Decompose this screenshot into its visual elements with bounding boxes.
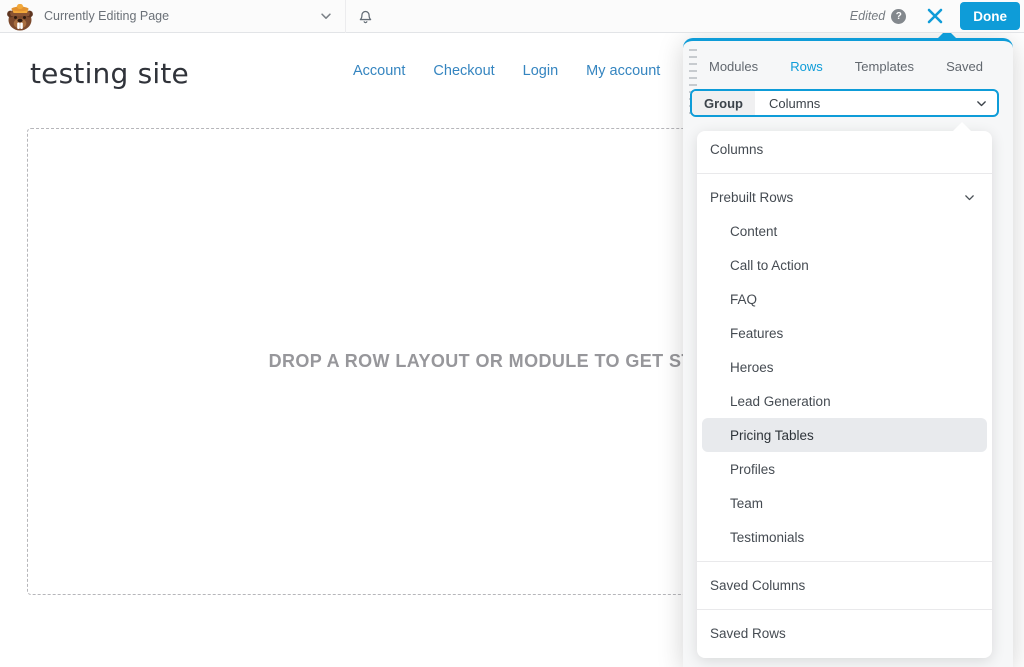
group-filter-select[interactable]: Group Columns bbox=[690, 89, 999, 117]
nav-link[interactable]: Login bbox=[523, 63, 558, 79]
dropdown-item[interactable]: Prebuilt Rows bbox=[697, 173, 992, 214]
dropdown-item[interactable]: Saved Columns bbox=[697, 561, 992, 602]
site-navigation: Account Checkout Login My account Ne bbox=[353, 63, 707, 79]
group-dropdown-list: Columns Prebuilt Rows Content Call to Ac… bbox=[697, 131, 992, 658]
panel-tab-bar: Modules Rows Templates Saved bbox=[709, 53, 983, 79]
chevron-down-icon[interactable] bbox=[319, 9, 333, 23]
dropdown-item-label: Call to Action bbox=[730, 258, 809, 273]
dropdown-item-label: Lead Generation bbox=[730, 394, 831, 409]
dropdown-item[interactable]: Features bbox=[697, 316, 992, 350]
dropdown-item-label: Team bbox=[730, 496, 763, 511]
panel-tab[interactable]: Rows bbox=[790, 59, 823, 74]
dropdown-item-label: Testimonials bbox=[730, 530, 804, 545]
beaver-builder-logo bbox=[4, 2, 36, 32]
topbar-right-group: Edited ? Done bbox=[850, 2, 1024, 30]
dropdown-item-label: Saved Columns bbox=[710, 578, 805, 593]
panel-tab[interactable]: Modules bbox=[709, 59, 758, 74]
chevron-down-icon bbox=[975, 97, 988, 110]
dropdown-item[interactable]: Saved Rows bbox=[697, 609, 992, 650]
page-title: testing site bbox=[30, 57, 189, 90]
currently-editing-label: Currently Editing Page bbox=[44, 9, 169, 23]
dropdown-caret-up bbox=[953, 122, 971, 131]
dropdown-item[interactable]: FAQ bbox=[697, 282, 992, 316]
dropdown-item-label: Prebuilt Rows bbox=[710, 190, 793, 205]
bell-icon bbox=[356, 6, 375, 26]
dropdown-item[interactable]: Call to Action bbox=[697, 248, 992, 282]
done-button[interactable]: Done bbox=[960, 2, 1020, 30]
topbar-divider bbox=[345, 0, 346, 33]
dropdown-item-label: Heroes bbox=[730, 360, 774, 375]
panel-tab[interactable]: Templates bbox=[855, 59, 914, 74]
nav-link[interactable]: Checkout bbox=[433, 63, 494, 79]
dropdown-item[interactable]: Testimonials bbox=[697, 520, 992, 554]
dropdown-item-label: Content bbox=[730, 224, 777, 239]
dropdown-item[interactable]: Profiles bbox=[697, 452, 992, 486]
dropdown-item[interactable]: Columns bbox=[697, 132, 992, 166]
dropdown-item-label: Columns bbox=[710, 142, 763, 157]
nav-link[interactable]: My account bbox=[586, 63, 660, 79]
dropdown-item-label: FAQ bbox=[730, 292, 757, 307]
chevron-down-icon bbox=[963, 191, 976, 204]
close-icon[interactable] bbox=[926, 7, 944, 25]
dropdown-item-label: Saved Rows bbox=[710, 626, 786, 641]
notifications-button[interactable] bbox=[356, 6, 375, 26]
builder-menu-button[interactable]: Currently Editing Page bbox=[0, 0, 333, 32]
content-panel: Modules Rows Templates Saved Group Colum… bbox=[683, 38, 1013, 667]
dropdown-item[interactable]: Heroes bbox=[697, 350, 992, 384]
dropdown-item[interactable]: Team bbox=[697, 486, 992, 520]
dropdown-item[interactable]: Lead Generation bbox=[697, 384, 992, 418]
dropdown-item[interactable]: Pricing Tables bbox=[697, 418, 992, 452]
edited-status: Edited bbox=[850, 9, 885, 23]
help-icon[interactable]: ? bbox=[891, 9, 906, 24]
dropdown-item-label: Features bbox=[730, 326, 783, 341]
group-filter-label: Group bbox=[692, 91, 755, 115]
dropdown-item-label: Profiles bbox=[730, 462, 775, 477]
dropdown-item[interactable]: Content bbox=[697, 214, 992, 248]
dropdown-item-label: Pricing Tables bbox=[730, 428, 814, 443]
group-filter-value: Columns bbox=[769, 96, 820, 111]
nav-link[interactable]: Account bbox=[353, 63, 405, 79]
builder-topbar: Currently Editing Page Edited ? Done bbox=[0, 0, 1024, 33]
panel-tab[interactable]: Saved bbox=[946, 59, 983, 74]
